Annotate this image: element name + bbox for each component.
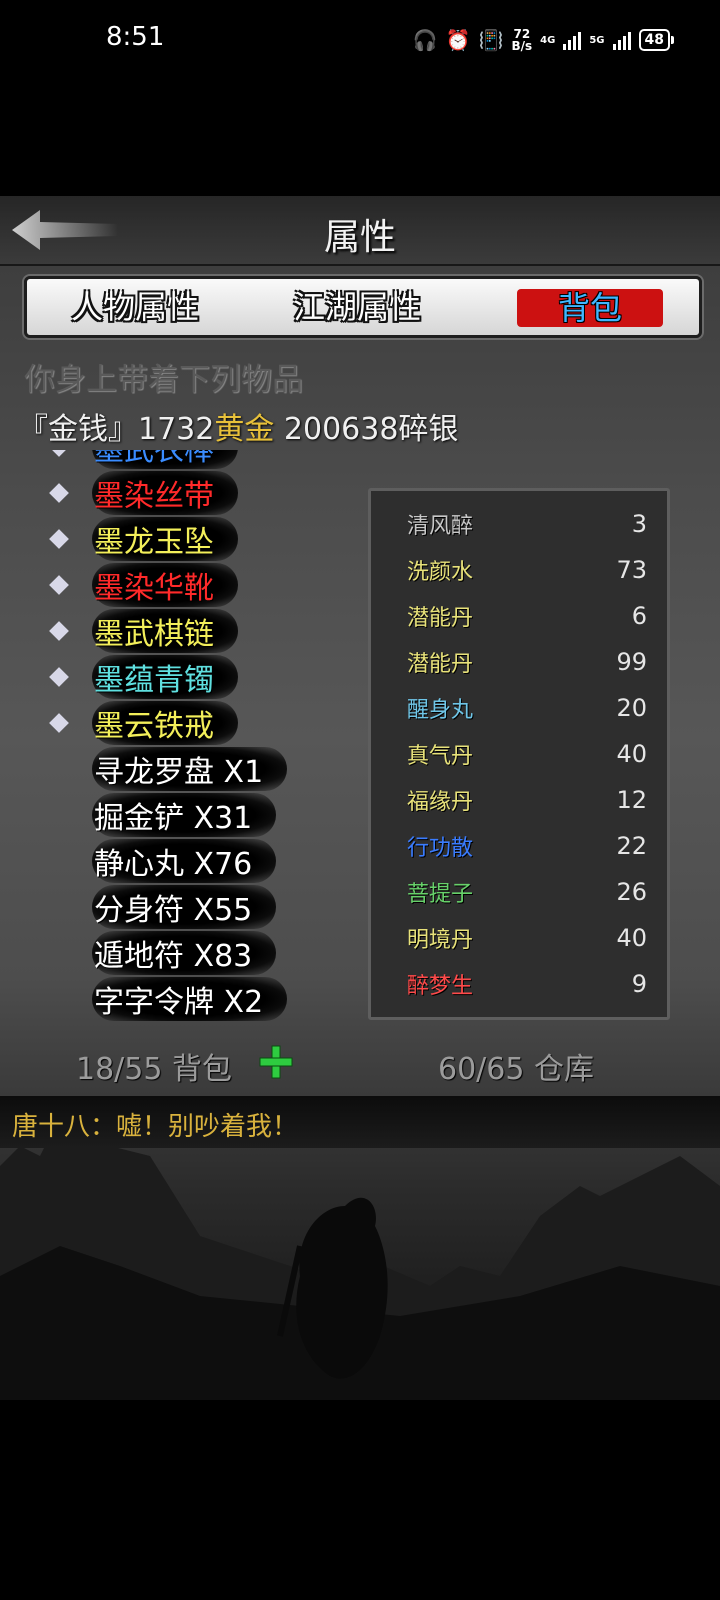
diamond-marker-icon xyxy=(49,450,69,457)
signal-icon-1 xyxy=(563,30,582,50)
game-screen: 属性 人物属性 江湖属性 背包 你身上带着下列物品 『金钱』1732黄金 200… xyxy=(0,196,720,1400)
signal-icon-2 xyxy=(612,30,631,50)
item-name: 遁地符 X83 xyxy=(92,931,277,975)
consumable-count: 12 xyxy=(616,786,647,814)
inventory-item[interactable]: 墨龙玉坠 xyxy=(40,516,360,562)
consumable-row[interactable]: 潜能丹 99 xyxy=(407,639,647,685)
vibrate-icon: 📳 xyxy=(478,28,504,52)
diamond-marker-icon xyxy=(49,575,69,595)
item-name: 静心丸 X76 xyxy=(92,839,277,883)
item-name: 墨蕴青镯 xyxy=(92,655,238,699)
consumable-row[interactable]: 菩提子 26 xyxy=(407,869,647,915)
consumable-name: 福缘丹 xyxy=(407,790,474,815)
chat-bar: 唐十八：嘘！别吵着我！ xyxy=(0,1094,720,1148)
consumable-count: 40 xyxy=(616,924,647,952)
battery-icon: 48 xyxy=(638,29,675,51)
money-prefix: 『金钱』1732 xyxy=(18,412,215,447)
item-name: 墨武棋链 xyxy=(92,609,238,653)
item-list[interactable]: 墨武衣棒墨染丝带 墨龙玉坠 墨染华靴 墨武棋链 墨蕴青镯 墨云铁戒 寻龙罗盘 X1 掘金铲 X… xyxy=(40,450,360,1030)
consumable-name: 醒身丸 xyxy=(407,698,474,723)
item-name: 墨染华靴 xyxy=(92,563,238,607)
consumable-row[interactable]: 清风醉 3 xyxy=(407,501,647,547)
inventory-item[interactable]: 墨蕴青镯 xyxy=(40,654,360,700)
tab-bar: 人物属性 江湖属性 背包 xyxy=(24,276,702,338)
inventory-item[interactable]: 遁地符 X83 xyxy=(40,930,360,976)
consumable-count: 3 xyxy=(631,510,647,538)
consumable-name: 潜能丹 xyxy=(407,606,474,631)
header-bar: 属性 xyxy=(0,196,720,266)
page-title: 属性 xyxy=(323,217,396,258)
consumable-row[interactable]: 福缘丹 12 xyxy=(407,777,647,823)
diamond-marker-icon xyxy=(49,529,69,549)
inventory-item[interactable]: 墨云铁戒 xyxy=(40,700,360,746)
status-bar: 8:51 🎧 ⏰ 📳 72 B/s 4G 5G 48 xyxy=(0,0,720,80)
item-name: 墨云铁戒 xyxy=(92,701,238,745)
consumable-row[interactable]: 醉梦生 9 xyxy=(407,961,647,1007)
inventory-heading: 你身上带着下列物品 xyxy=(24,362,303,398)
consumable-row[interactable]: 行功散 22 xyxy=(407,823,647,869)
consumable-row[interactable]: 潜能丹 6 xyxy=(407,593,647,639)
expand-bag-plus-icon[interactable] xyxy=(258,1044,294,1080)
money-suffix: 200638碎银 xyxy=(274,412,459,447)
diamond-marker-icon xyxy=(49,667,69,687)
money-line: 『金钱』1732黄金 200638碎银 xyxy=(18,404,458,448)
storage-capacity[interactable]: 60/65 仓库 xyxy=(438,1044,594,1088)
background-scenery xyxy=(0,1116,720,1400)
item-name: 寻龙罗盘 X1 xyxy=(92,747,288,791)
inventory-item[interactable]: 寻龙罗盘 X1 xyxy=(40,746,360,792)
inventory-item[interactable]: 墨染华靴 xyxy=(40,562,360,608)
network-label-1: 4G xyxy=(540,34,556,46)
alarm-icon: ⏰ xyxy=(445,28,471,52)
item-name: 字字令牌 X2 xyxy=(92,977,288,1021)
consumable-count: 40 xyxy=(616,740,647,768)
speed-unit: B/s xyxy=(511,39,533,53)
consumable-row[interactable]: 明境丹 40 xyxy=(407,915,647,961)
tab-backpack[interactable]: 背包 xyxy=(517,289,663,327)
chat-message: 唐十八：嘘！别吵着我！ xyxy=(12,1112,299,1142)
consumable-name: 洗颜水 xyxy=(407,560,474,585)
tab-jianghu-attributes[interactable]: 江湖属性 xyxy=(293,279,421,335)
status-time: 8:51 xyxy=(106,22,165,52)
money-gold-label: 黄金 xyxy=(214,412,275,447)
bag-capacity: 18/55 背包 xyxy=(76,1052,232,1087)
diamond-marker-icon xyxy=(49,713,69,733)
network-speed: 72 B/s xyxy=(512,28,533,52)
item-name: 墨武衣棒 xyxy=(92,450,238,469)
consumable-name: 潜能丹 xyxy=(407,652,474,677)
inventory-item[interactable]: 墨染丝带 xyxy=(40,470,360,516)
consumable-count: 73 xyxy=(616,556,647,584)
consumable-count: 99 xyxy=(616,648,647,676)
consumable-row[interactable]: 洗颜水 73 xyxy=(407,547,647,593)
headphones-icon: 🎧 xyxy=(412,28,438,52)
consumable-name: 清风醉 xyxy=(407,514,474,539)
inventory-item[interactable]: 字字令牌 X2 xyxy=(40,976,360,1022)
consumable-name: 行功散 xyxy=(407,836,474,861)
item-name: 掘金铲 X31 xyxy=(92,793,277,837)
consumable-count: 9 xyxy=(631,970,647,998)
inventory-item[interactable]: 分身符 X55 xyxy=(40,884,360,930)
consumable-name: 真气丹 xyxy=(407,744,474,769)
inventory-item[interactable]: 静心丸 X76 xyxy=(40,838,360,884)
inventory-item[interactable]: 掘金铲 X31 xyxy=(40,792,360,838)
inventory-item[interactable]: 墨武棋链 xyxy=(40,608,360,654)
consumables-panel[interactable]: 清风醉 3 洗颜水 73 潜能丹 6 潜能丹 99 醒身丸 20 真气丹 40 福缘丹 12 行功散 22 菩提… xyxy=(368,488,670,1020)
consumable-count: 20 xyxy=(616,694,647,722)
item-name: 墨龙玉坠 xyxy=(92,517,238,561)
consumable-count: 26 xyxy=(616,878,647,906)
item-name: 墨染丝带 xyxy=(92,471,238,515)
consumable-row[interactable]: 醒身丸 20 xyxy=(407,685,647,731)
consumable-count: 6 xyxy=(631,602,647,630)
consumable-row[interactable]: 真气丹 40 xyxy=(407,731,647,777)
network-label-2: 5G xyxy=(589,34,605,46)
inventory-item[interactable]: 墨武衣棒 xyxy=(40,450,360,470)
consumable-name: 菩提子 xyxy=(407,882,474,907)
tab-character-attributes[interactable]: 人物属性 xyxy=(71,279,199,335)
item-name: 分身符 X55 xyxy=(92,885,277,929)
consumable-name: 明境丹 xyxy=(407,928,474,953)
consumable-count: 22 xyxy=(616,832,647,860)
diamond-marker-icon xyxy=(49,621,69,641)
status-icons: 🎧 ⏰ 📳 72 B/s 4G 5G 48 xyxy=(412,22,675,58)
consumable-name: 醉梦生 xyxy=(407,974,474,999)
diamond-marker-icon xyxy=(49,483,69,503)
